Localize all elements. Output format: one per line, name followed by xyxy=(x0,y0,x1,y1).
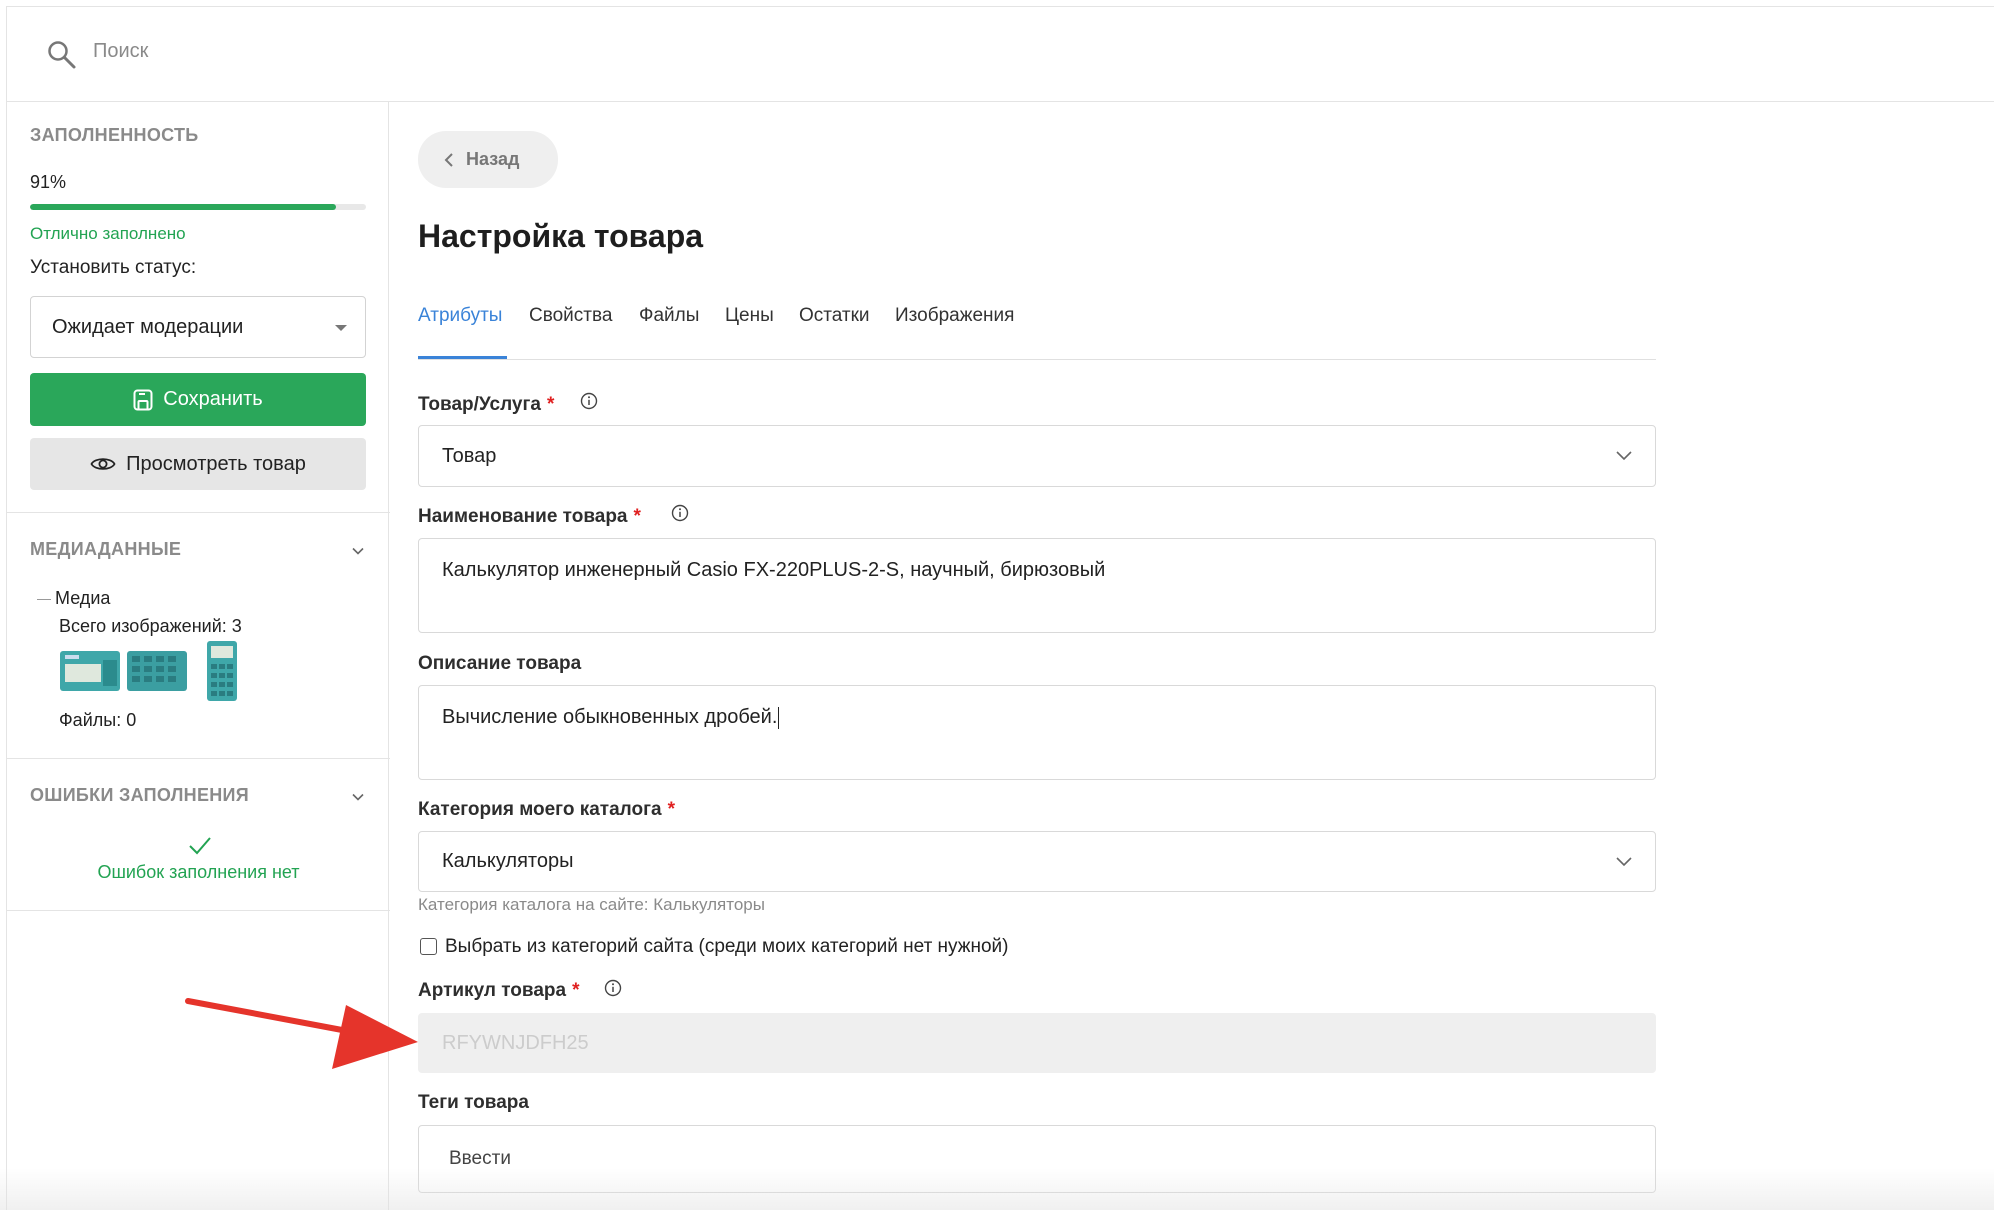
chevron-down-icon[interactable] xyxy=(351,790,365,804)
media-group-label: Медиа xyxy=(55,588,111,608)
divider xyxy=(7,512,390,513)
type-field-label-text: Товар/Услуга xyxy=(418,394,541,415)
sku-input-value: RFYWNJDFH25 xyxy=(442,1032,589,1054)
search-icon[interactable] xyxy=(44,37,80,73)
fill-progress-bar xyxy=(30,204,366,210)
description-textarea-value: Вычисление обыкновенных дробей. xyxy=(442,706,780,729)
media-section-title[interactable]: Медиаданные xyxy=(30,539,181,560)
media-thumbnail[interactable] xyxy=(126,650,188,692)
status-select-value: Ожидает модерации xyxy=(52,316,244,338)
divider xyxy=(7,910,390,911)
tags-input-placeholder: Ввести xyxy=(449,1148,511,1169)
tab-images[interactable]: Изображения xyxy=(895,305,1014,327)
errors-section-title[interactable]: Ошибки заполнения xyxy=(30,785,249,806)
required-mark: * xyxy=(633,506,641,527)
media-thumbnail[interactable] xyxy=(59,650,121,692)
site-category-checkbox[interactable] xyxy=(420,938,437,955)
save-button-label: Сохранить xyxy=(163,388,263,410)
category-select[interactable]: Калькуляторы xyxy=(418,831,1656,892)
category-field-label: Категория моего каталога * xyxy=(418,799,675,821)
save-button[interactable]: Сохранить xyxy=(30,373,366,426)
back-button-label: Назад xyxy=(466,149,520,169)
site-category-checkbox-label[interactable]: Выбрать из категорий сайта (среди моих к… xyxy=(445,936,1008,958)
status-select[interactable]: Ожидает модерации xyxy=(30,296,366,358)
view-product-label: Просмотреть товар xyxy=(126,452,306,475)
fill-progress-value xyxy=(30,204,336,210)
tags-input[interactable]: Ввести xyxy=(418,1125,1656,1193)
eye-icon xyxy=(90,458,116,470)
media-thumbnail[interactable] xyxy=(206,640,238,702)
description-textarea[interactable]: Вычисление обыкновенных дробей. xyxy=(418,685,1656,780)
save-icon xyxy=(133,389,153,410)
tab-properties[interactable]: Свойства xyxy=(529,305,612,327)
fill-section-title: Заполненность xyxy=(30,125,199,145)
tags-field-label: Теги товара xyxy=(418,1092,529,1114)
sku-field-label: Артикул товара * xyxy=(418,980,579,1002)
annotation-arrow xyxy=(185,998,418,1069)
name-textarea-value: Калькулятор инженерный Casio FX-220PLUS-… xyxy=(442,559,1106,581)
chevron-down-icon xyxy=(1616,857,1632,867)
tab-files[interactable]: Файлы xyxy=(639,305,699,327)
tab-attributes[interactable]: Атрибуты xyxy=(418,305,502,327)
tab-stock[interactable]: Остатки xyxy=(799,305,870,327)
type-select-value: Товар xyxy=(442,445,497,467)
tab-prices[interactable]: Цены xyxy=(725,305,774,327)
caret-down-icon xyxy=(335,325,347,331)
required-mark: * xyxy=(572,980,580,1001)
sku-field-label-text: Артикул товара xyxy=(418,980,567,1001)
name-textarea[interactable]: Калькулятор инженерный Casio FX-220PLUS-… xyxy=(418,538,1656,633)
text-cursor xyxy=(778,706,780,729)
media-images-count: Всего изображений: 3 xyxy=(59,616,242,636)
type-select[interactable]: Товар xyxy=(418,425,1656,487)
chevron-down-icon[interactable] xyxy=(351,544,365,558)
name-field-label-text: Наименование товара xyxy=(418,506,628,527)
media-files-count: Файлы: 0 xyxy=(59,710,137,730)
required-mark: * xyxy=(667,799,675,820)
status-label: Установить статус: xyxy=(30,257,197,278)
category-select-value: Калькуляторы xyxy=(442,850,574,872)
description-field-label-text: Описание товара xyxy=(418,653,582,674)
divider xyxy=(7,758,390,759)
info-icon[interactable] xyxy=(604,979,622,997)
fill-percent: 91% xyxy=(30,172,67,192)
back-button[interactable]: Назад xyxy=(418,131,558,188)
active-tab-indicator xyxy=(418,356,507,359)
media-group: Медиа xyxy=(37,588,110,609)
tags-field-label-text: Теги товара xyxy=(418,1092,529,1113)
name-field-label: Наименование товара * xyxy=(418,506,641,528)
sku-input: RFYWNJDFH25 xyxy=(418,1013,1656,1073)
category-field-label-text: Категория моего каталога xyxy=(418,799,662,820)
chevron-left-icon xyxy=(444,152,453,167)
search-input[interactable]: Поиск xyxy=(93,40,148,63)
no-errors-message: Ошибок заполнения нет xyxy=(97,862,300,882)
view-product-button[interactable]: Просмотреть товар xyxy=(30,438,366,490)
top-search-bar: Поиск xyxy=(6,6,1994,102)
info-icon[interactable] xyxy=(580,392,598,410)
description-field-label: Описание товара xyxy=(418,653,581,675)
tree-dash xyxy=(37,598,51,600)
info-icon[interactable] xyxy=(671,504,689,522)
description-text: Вычисление обыкновенных дробей. xyxy=(442,706,778,728)
category-helper-text: Категория каталога на сайте: Калькулятор… xyxy=(418,895,765,914)
chevron-down-icon xyxy=(1616,451,1632,461)
page-title: Настройка товара xyxy=(418,218,704,254)
fill-status-text: Отлично заполнено xyxy=(30,224,186,243)
required-mark: * xyxy=(546,394,555,415)
check-icon xyxy=(189,837,211,855)
type-field-label: Товар/Услуга * xyxy=(418,394,554,416)
tabs-bar: Атрибуты Свойства Файлы Цены Остатки Изо… xyxy=(418,298,1656,360)
